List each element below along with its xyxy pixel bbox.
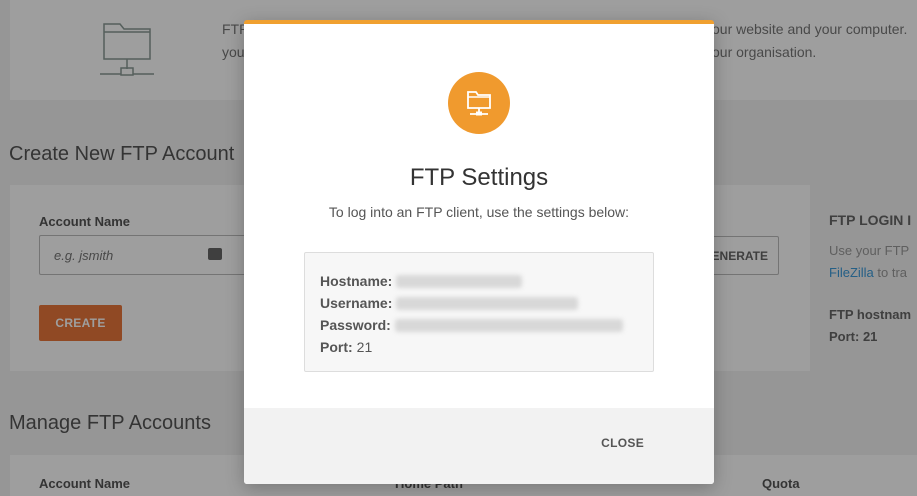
modal-footer: CLOSE: [244, 408, 714, 484]
modal-title: FTP Settings: [409, 164, 549, 191]
port-value: 21: [356, 339, 373, 355]
ftp-settings-modal: FTP Settings To log into an FTP client, …: [244, 20, 714, 484]
username-label: Username:: [320, 295, 393, 311]
modal-subtitle: To log into an FTP client, use the setti…: [328, 204, 630, 220]
hostname-label: Hostname:: [320, 273, 393, 289]
hostname-value-redacted: [396, 274, 523, 288]
password-value-redacted: [394, 318, 623, 332]
ftp-settings-box: Hostname: Username: Password: Port: 21: [304, 252, 654, 372]
username-value-redacted: [396, 296, 579, 310]
close-button[interactable]: CLOSE: [601, 436, 644, 450]
port-label: Port:: [320, 339, 353, 355]
port-row: Port: 21: [320, 336, 638, 358]
password-row: Password:: [320, 314, 638, 336]
ftp-folder-network-icon: [448, 72, 510, 134]
password-label: Password:: [320, 317, 391, 333]
username-row: Username:: [320, 292, 638, 314]
hostname-row: Hostname:: [320, 270, 638, 292]
